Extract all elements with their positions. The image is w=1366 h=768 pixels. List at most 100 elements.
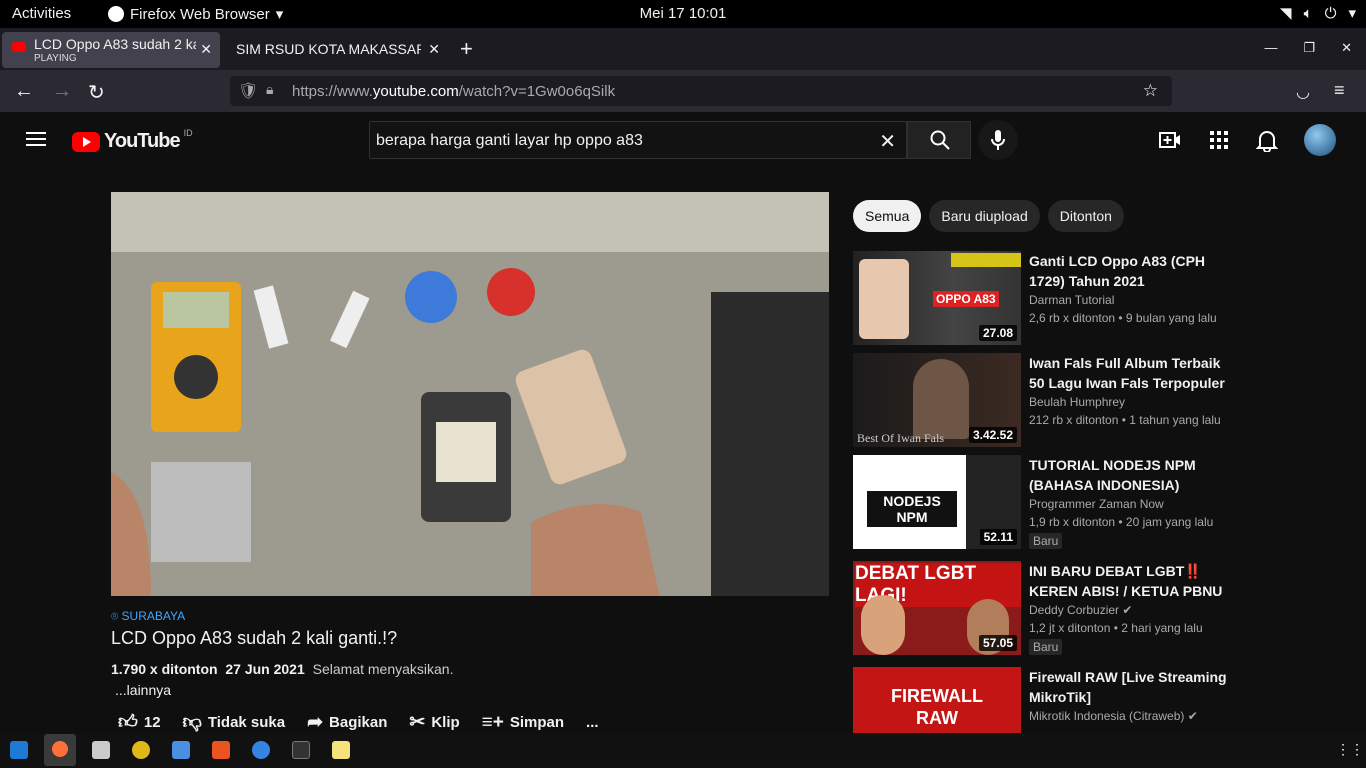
firefox-dock-item[interactable] [44,734,76,766]
recommended-video[interactable]: NODEJS NPM 52.11 TUTORIAL NODEJS NPM (BA… [853,455,1333,551]
search-input[interactable]: berapa harga ganti layar hp oppo a83 ✕ [369,121,907,159]
location-label: SURABAYA [121,609,186,623]
playlist-add-icon: ≡+ [481,711,504,733]
software-store-icon[interactable] [212,741,230,759]
rec-channel: Deddy Corbuzier ✔ [1029,601,1239,619]
like-count: 12 [143,714,161,731]
rec-title: Iwan Fals Full Album Terbaik 50 Lagu Iwa… [1029,355,1225,391]
scissors-icon: ✂ [409,712,426,733]
text-editor-icon[interactable] [172,741,190,759]
rec-title: Ganti LCD Oppo A83 (CPH 1729) Tahun 2021 [1029,253,1206,289]
tab-title: LCD Oppo A83 sudah 2 kali [34,36,196,52]
rec-views: 212 rb x ditonton • 1 tahun yang lalu [1029,413,1221,427]
video-thumbnail[interactable]: Best Of Iwan Fals 3.42.52 [853,353,1021,447]
verified-icon: ✔ [1122,603,1133,617]
bookmark-star-icon[interactable]: ☆ [1143,81,1158,101]
recommended-video[interactable]: Best Of Iwan Fals 3.42.52 Iwan Fals Full… [853,353,1333,449]
clear-search-icon[interactable]: ✕ [879,129,896,154]
show-more-link[interactable]: ...lainnya [115,682,171,698]
save-button[interactable]: ≡+ Simpan [482,712,564,734]
tab-youtube[interactable]: LCD Oppo A83 sudah 2 kali PLAYING ✕ [2,32,220,68]
maximize-icon[interactable]: ❐ [1303,40,1315,56]
rec-channel: Darman Tutorial [1029,293,1115,307]
url-path: /watch?v=1Gw0o6qSilk [458,83,616,100]
voice-search-button[interactable] [978,120,1018,160]
terminal-icon[interactable] [292,741,310,759]
hamburger-menu-icon[interactable]: ≡ [1334,80,1345,101]
minimize-icon[interactable]: — [1264,40,1277,56]
close-tab-icon[interactable]: ✕ [200,41,212,58]
notifications-bell-icon[interactable] [1256,128,1278,152]
recommended-video[interactable]: DEBAT LGBT LAGI! 57.05 INI BARU DEBAT LG… [853,561,1333,657]
reload-icon[interactable]: ↻ [88,80,105,105]
app-icon[interactable] [132,741,150,759]
thumbnail-caption: NODEJS NPM [867,491,957,527]
video-thumbnail[interactable]: FIREWALL RAW [853,667,1021,733]
rec-title: Firewall RAW [Live Streaming MikroTik] [1029,669,1227,705]
youtube-wordmark: YouTube [104,130,181,152]
url-prefix: https://www. [292,83,373,100]
filter-chips: Semua Baru diupload Ditonton [853,200,1124,232]
dislike-button[interactable]: 👎︎ Tidak suka [183,711,286,734]
files-icon[interactable] [92,741,110,759]
system-tray[interactable]: ◥ 🔈︎ ⏻ ▾ [1280,4,1356,23]
activities-button[interactable]: Activities [12,5,71,22]
shield-icon[interactable]: 🛡︎ [238,81,258,101]
guide-menu-icon[interactable] [26,132,46,146]
avatar[interactable] [1304,124,1336,156]
like-button[interactable]: 👍︎ 12 [118,711,161,734]
url-bar[interactable]: 🛡︎ 🔒︎ https://www.youtube.com/watch?v=1G… [230,76,1172,106]
video-duration: 27.08 [978,325,1017,341]
url-domain: youtube.com [372,83,459,100]
pocket-icon[interactable]: ◡ [1296,82,1310,102]
notes-icon[interactable] [332,741,350,759]
clip-label: Klip [431,714,460,731]
location-pin-icon: ⌾ [111,609,122,623]
navigation-bar: ← → ↻ 🛡︎ 🔒︎ https://www.youtube.com/watc… [0,70,1366,112]
rec-views: 1,9 rb x ditonton • 20 jam yang lalu [1029,515,1214,529]
lock-icon[interactable]: 🔒︎ [266,81,273,98]
forward-icon[interactable]: → [52,80,72,103]
video-player[interactable] [111,192,829,596]
share-label: Bagikan [329,714,388,731]
create-video-icon[interactable] [1158,128,1182,152]
rec-channel: Programmer Zaman Now [1029,497,1164,511]
video-thumbnail[interactable]: DEBAT LGBT LAGI! 57.05 [853,561,1021,655]
rec-channel-name: Mikrotik Indonesia (Citraweb) [1029,709,1185,723]
search-button[interactable] [907,121,971,159]
show-apps-icon[interactable]: ⋮⋮ [1336,741,1364,759]
new-tab-icon[interactable]: + [460,36,473,62]
vscode-icon[interactable] [10,741,28,759]
help-icon[interactable] [252,741,270,759]
video-location[interactable]: ⌾ SURABAYA [111,609,185,624]
rec-views: 1,2 jt x ditonton • 2 hari yang lalu [1029,621,1203,635]
chip-baru-diupload[interactable]: Baru diupload [929,200,1040,232]
recommended-video[interactable]: OPPO A83 27.08 Ganti LCD Oppo A83 (CPH 1… [853,251,1333,347]
thumbs-up-icon: 👍︎ [118,712,138,733]
recommended-video[interactable]: FIREWALL RAW Firewall RAW [Live Streamin… [853,667,1333,733]
close-tab-icon[interactable]: ✕ [428,41,440,58]
view-count: 1.790 x ditonton [111,661,218,677]
video-thumbnail[interactable]: OPPO A83 27.08 [853,251,1021,345]
app-menu[interactable]: Firefox Web Browser ▾ [108,5,283,23]
firefox-icon [108,6,124,22]
close-window-icon[interactable]: ✕ [1341,40,1352,56]
rec-title: INI BARU DEBAT LGBT‼️ KEREN ABIS! / KETU… [1029,563,1223,599]
microphone-icon [991,130,1005,150]
video-thumbnail[interactable]: NODEJS NPM 52.11 [853,455,1021,549]
youtube-favicon-icon [12,42,26,52]
apps-grid-icon[interactable] [1208,129,1230,151]
search-icon [930,130,950,150]
chip-semua[interactable]: Semua [853,200,922,232]
region-code: ID [183,127,193,138]
youtube-logo[interactable]: YouTube ID [72,127,193,153]
tab-sim-rsud[interactable]: SIM RSUD KOTA MAKASSAR ✕ [224,32,448,68]
back-icon[interactable]: ← [14,80,34,103]
clip-button[interactable]: ✂ Klip [409,711,459,734]
chevron-down-icon: ▾ [275,6,284,23]
thumbnail-caption: Best Of Iwan Fals [857,431,944,445]
share-button[interactable]: ➦ Bagikan [307,711,387,734]
more-actions-button[interactable]: ... [586,714,599,731]
video-title: LCD Oppo A83 sudah 2 kali ganti.!? [111,628,398,648]
chip-ditonton[interactable]: Ditonton [1047,200,1124,232]
